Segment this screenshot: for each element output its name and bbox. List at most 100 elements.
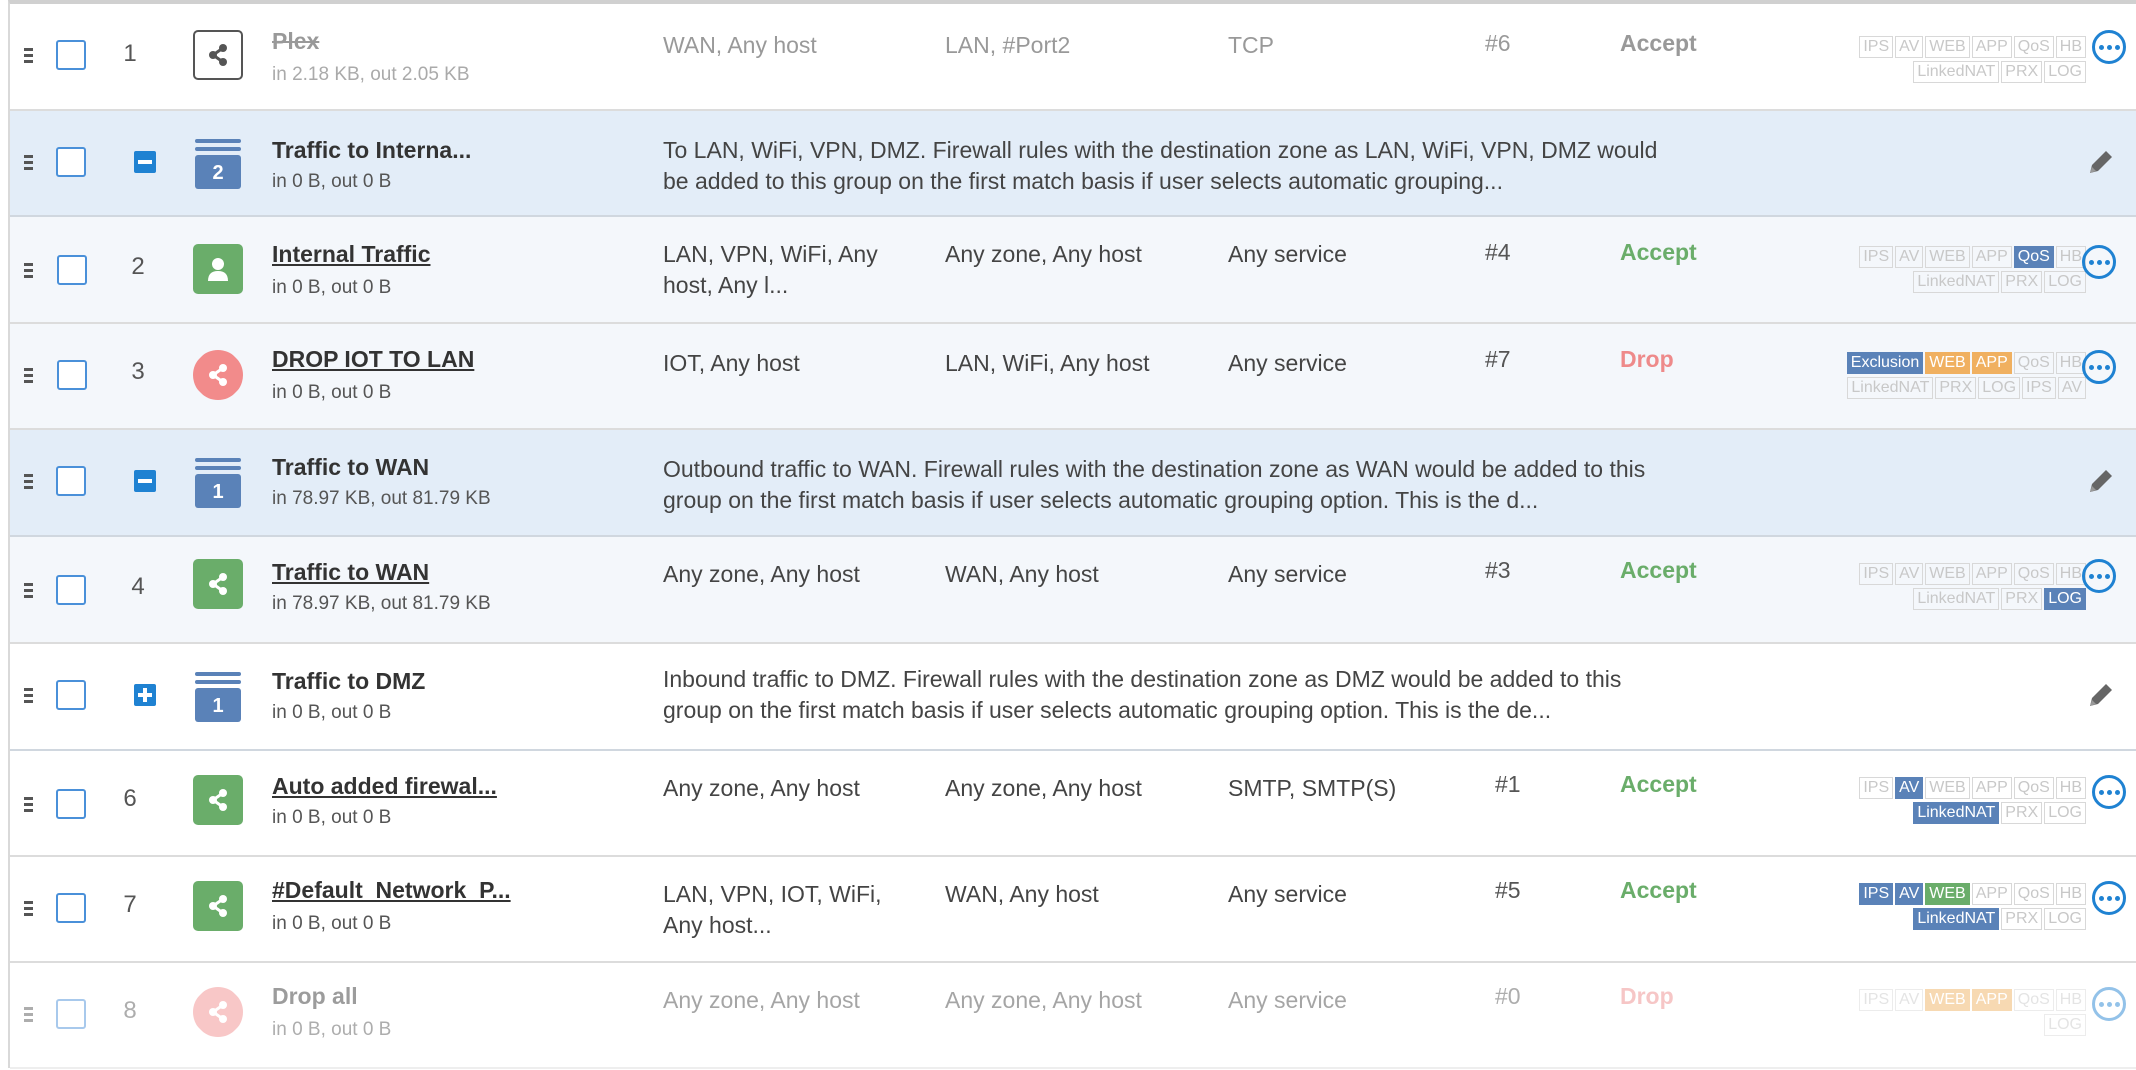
collapse-group-icon[interactable] bbox=[134, 470, 156, 492]
badge-av: AV bbox=[1895, 989, 1924, 1011]
group-traffic: in 0 B, out 0 B bbox=[272, 702, 392, 723]
rule-name[interactable]: #Default_Network_P... bbox=[272, 877, 511, 904]
edit-pencil-icon[interactable] bbox=[2086, 147, 2116, 177]
row-checkbox[interactable] bbox=[56, 466, 86, 496]
rule-id: #5 bbox=[1495, 877, 1521, 903]
badge-web: WEB bbox=[1925, 777, 1970, 799]
drag-handle-icon[interactable] bbox=[24, 263, 34, 281]
badge-app: APP bbox=[1971, 883, 2012, 905]
badge-exclusion: Exclusion bbox=[1846, 352, 1924, 374]
group-name[interactable]: Traffic to WAN bbox=[272, 454, 429, 481]
badge-app: APP bbox=[1971, 246, 2012, 268]
rule-number: 3 bbox=[131, 358, 145, 385]
badge-qos: QoS bbox=[2013, 777, 2054, 799]
drag-handle-icon[interactable] bbox=[24, 797, 34, 815]
more-options-icon[interactable] bbox=[2092, 987, 2126, 1021]
badge-web: WEB bbox=[1925, 989, 1970, 1011]
badge-qos: QoS bbox=[2013, 36, 2054, 58]
edit-pencil-icon[interactable] bbox=[2086, 680, 2116, 710]
collapse-group-icon[interactable] bbox=[134, 151, 156, 173]
row-checkbox[interactable] bbox=[56, 680, 86, 710]
more-options-icon[interactable] bbox=[2092, 881, 2126, 915]
table-row[interactable]: 1 Plex in 2.18 KB, out 2.05 KB WAN, Any … bbox=[10, 4, 2136, 111]
badge-linkednat: LinkedNAT bbox=[1913, 271, 2000, 293]
group-name[interactable]: Traffic to DMZ bbox=[272, 668, 425, 695]
badge-app: APP bbox=[1971, 563, 2012, 585]
rule-name[interactable]: Drop all bbox=[272, 983, 358, 1010]
row-checkbox[interactable] bbox=[56, 575, 86, 605]
share-icon bbox=[193, 775, 243, 825]
group-description: To LAN, WiFi, VPN, DMZ. Firewall rules w… bbox=[663, 137, 1658, 194]
drag-handle-icon[interactable] bbox=[24, 474, 34, 492]
badge-web: WEB bbox=[1925, 883, 1970, 905]
group-description: Outbound traffic to WAN. Firewall rules … bbox=[663, 456, 1646, 513]
badge-log: LOG bbox=[2044, 1014, 2086, 1036]
table-row[interactable]: 2 Internal Traffic in 0 B, out 0 B LAN, … bbox=[10, 217, 2136, 324]
group-name[interactable]: Traffic to Interna... bbox=[272, 137, 471, 164]
badge-log: LOG bbox=[2044, 908, 2086, 930]
badge-app: APP bbox=[1971, 989, 2012, 1011]
more-options-icon[interactable] bbox=[2082, 559, 2116, 593]
rule-name[interactable]: DROP IOT TO LAN bbox=[272, 346, 474, 373]
badge-linkednat: LinkedNAT bbox=[1913, 588, 2000, 610]
drag-handle-icon[interactable] bbox=[24, 583, 34, 601]
group-row[interactable]: 1 Traffic to DMZ in 0 B, out 0 B Inbound… bbox=[10, 644, 2136, 751]
badge-linkednat: LinkedNAT bbox=[1913, 61, 2000, 83]
badge-av: AV bbox=[1895, 883, 1924, 905]
rule-name[interactable]: Traffic to WAN bbox=[272, 559, 429, 586]
badge-av: AV bbox=[1895, 36, 1924, 58]
rule-name[interactable]: Internal Traffic bbox=[272, 241, 430, 268]
more-options-icon[interactable] bbox=[2082, 350, 2116, 384]
table-row[interactable]: 3 DROP IOT TO LAN in 0 B, out 0 B IOT, A… bbox=[10, 324, 2136, 430]
rule-action: Accept bbox=[1620, 557, 1697, 583]
table-row[interactable]: 6 Auto added firewal... in 0 B, out 0 B … bbox=[10, 751, 2136, 857]
badge-ips: IPS bbox=[2022, 377, 2056, 399]
group-row[interactable]: 1 Traffic to WAN in 78.97 KB, out 81.79 … bbox=[10, 430, 2136, 537]
drag-handle-icon[interactable] bbox=[24, 368, 34, 386]
row-checkbox[interactable] bbox=[57, 255, 87, 285]
table-row[interactable]: 8 Drop all in 0 B, out 0 B Any zone, Any… bbox=[10, 963, 2136, 1069]
badge-av: AV bbox=[1895, 563, 1924, 585]
feature-badges: IPS AV WEB APP QoS HB LinkedNAT PRX LOG bbox=[1766, 563, 2086, 613]
rule-name[interactable]: Plex bbox=[272, 28, 319, 55]
row-checkbox[interactable] bbox=[56, 40, 86, 70]
group-traffic: in 78.97 KB, out 81.79 KB bbox=[272, 488, 491, 509]
edit-pencil-icon[interactable] bbox=[2086, 466, 2116, 496]
drag-handle-icon[interactable] bbox=[24, 688, 34, 706]
feature-badges: Exclusion WEB APP QoS HB LinkedNAT PRX LOG IPS A… bbox=[1746, 352, 2086, 402]
badge-linkednat: LinkedNAT bbox=[1847, 377, 1934, 399]
table-row[interactable]: 4 Traffic to WAN in 78.97 KB, out 81.79 … bbox=[10, 537, 2136, 644]
rule-number: 2 bbox=[131, 253, 145, 280]
rule-name[interactable]: Auto added firewal... bbox=[272, 773, 497, 800]
more-options-icon[interactable] bbox=[2082, 245, 2116, 279]
rule-destination: Any zone, Any host bbox=[945, 241, 1142, 267]
row-checkbox[interactable] bbox=[56, 147, 86, 177]
rule-id: #1 bbox=[1495, 771, 1521, 797]
group-row[interactable]: 2 Traffic to Interna... in 0 B, out 0 B … bbox=[10, 111, 2136, 217]
table-row[interactable]: 7 #Default_Network_P... in 0 B, out 0 B … bbox=[10, 857, 2136, 963]
group-traffic: in 0 B, out 0 B bbox=[272, 171, 392, 192]
row-checkbox[interactable] bbox=[56, 893, 86, 923]
row-checkbox[interactable] bbox=[57, 360, 87, 390]
rule-id: #4 bbox=[1485, 239, 1511, 265]
group-rule-count: 2 bbox=[195, 155, 241, 189]
expand-group-icon[interactable] bbox=[134, 684, 156, 706]
rule-service: TCP bbox=[1228, 32, 1274, 58]
badge-qos: QoS bbox=[2013, 246, 2054, 268]
more-options-icon[interactable] bbox=[2092, 30, 2126, 64]
drag-handle-icon[interactable] bbox=[24, 901, 34, 919]
drag-handle-icon[interactable] bbox=[24, 1007, 34, 1025]
badge-hb: HB bbox=[2055, 883, 2086, 905]
row-checkbox[interactable] bbox=[56, 789, 86, 819]
more-options-icon[interactable] bbox=[2092, 775, 2126, 809]
badge-qos: QoS bbox=[2013, 352, 2054, 374]
drop-share-icon bbox=[193, 987, 243, 1037]
badge-log: LOG bbox=[2044, 271, 2086, 293]
drag-handle-icon[interactable] bbox=[24, 155, 34, 173]
rule-action: Accept bbox=[1620, 771, 1697, 797]
rule-destination: LAN, WiFi, Any host bbox=[945, 350, 1150, 376]
row-checkbox[interactable] bbox=[56, 999, 86, 1029]
badge-linkednat: LinkedNAT bbox=[1913, 802, 2000, 824]
rule-service: Any service bbox=[1228, 350, 1347, 376]
drag-handle-icon[interactable] bbox=[24, 48, 34, 66]
